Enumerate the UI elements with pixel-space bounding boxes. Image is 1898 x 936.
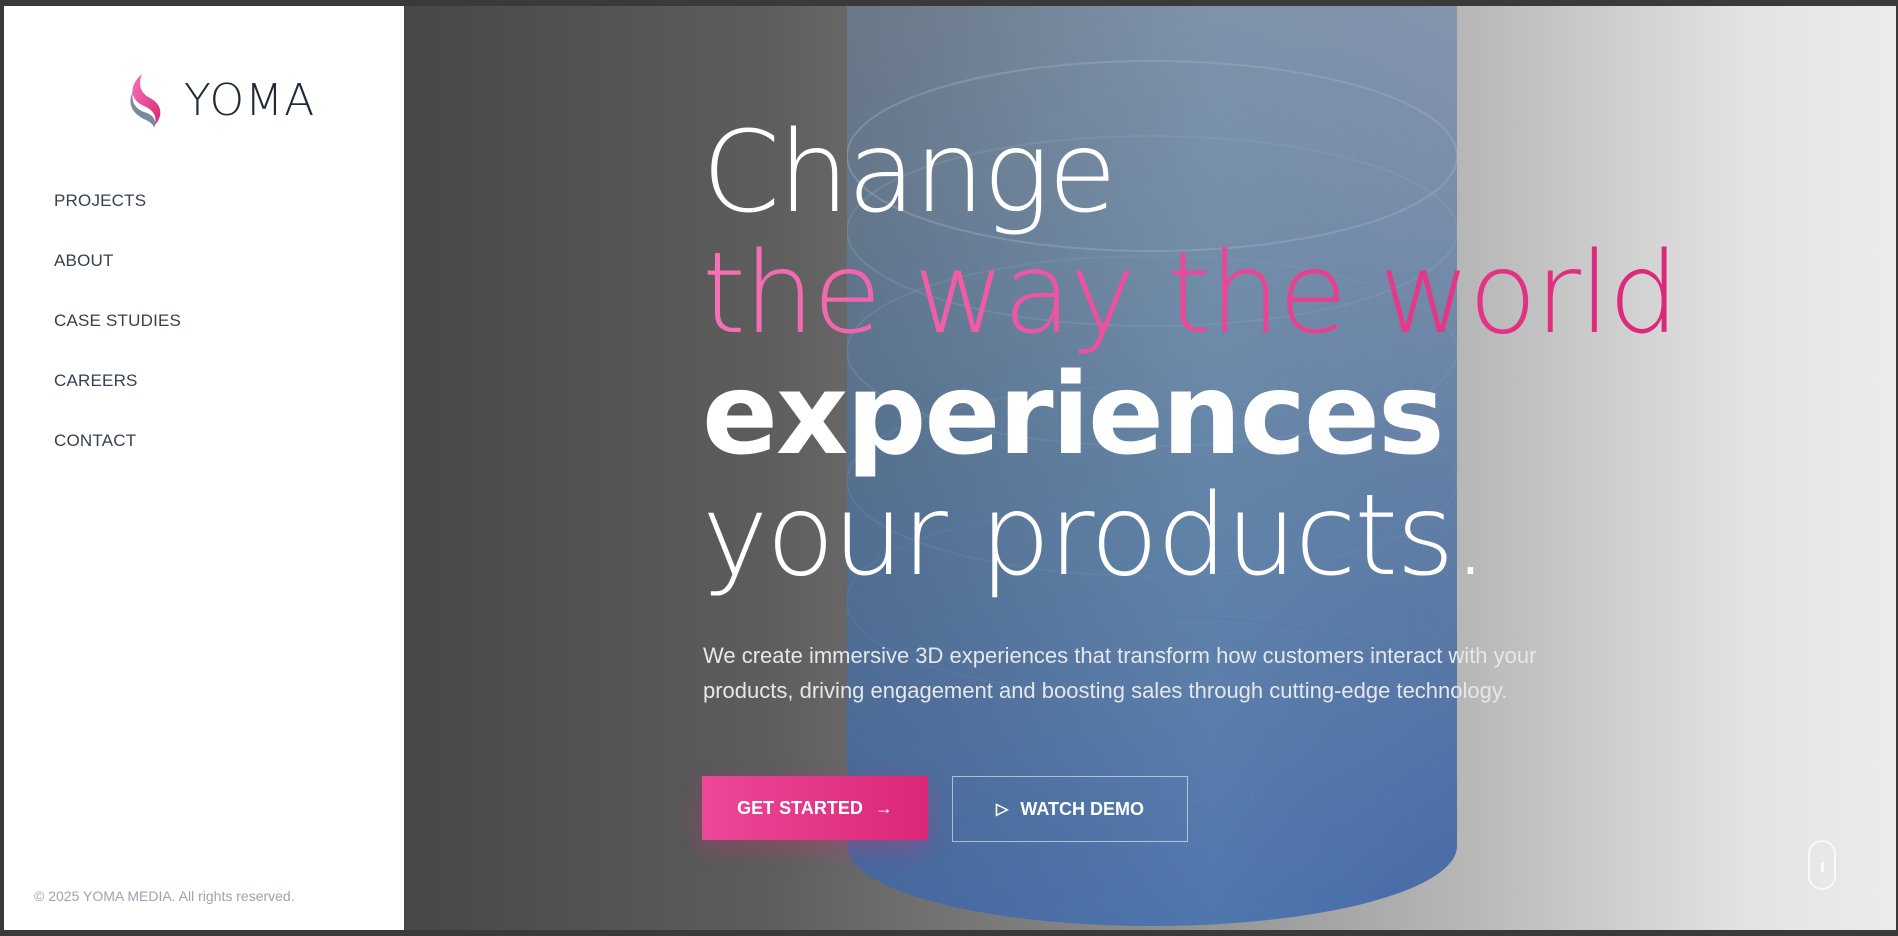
headline-line-1: Change xyxy=(702,108,1117,239)
get-started-label: GET STARTED xyxy=(737,797,863,818)
main-nav: PROJECTS ABOUT CASE STUDIES CAREERS CONT… xyxy=(54,191,181,491)
hero-section: Change the way the world experiences you… xyxy=(404,6,1896,930)
scroll-dot xyxy=(1821,862,1824,872)
headline-line-3: experiences xyxy=(702,350,1445,481)
hero-headline: Change the way the world experiences you… xyxy=(702,108,1679,602)
arrow-right-icon: → xyxy=(874,797,893,818)
headline-line-4: your products. xyxy=(702,471,1488,602)
brand-name: YOMA xyxy=(184,74,316,126)
footer-copyright: © 2025 YOMA MEDIA. All rights reserved. xyxy=(34,888,295,904)
nav-item-case-studies[interactable]: CASE STUDIES xyxy=(54,311,181,371)
play-icon: ▷ xyxy=(996,801,1009,818)
headline-line-2: the way the world xyxy=(702,229,1679,360)
nav-item-about[interactable]: ABOUT xyxy=(54,251,181,311)
app-frame: YOMA PROJECTS ABOUT CASE STUDIES CAREERS… xyxy=(4,6,1896,930)
sidebar: YOMA PROJECTS ABOUT CASE STUDIES CAREERS… xyxy=(4,6,404,930)
nav-item-projects[interactable]: PROJECTS xyxy=(54,191,181,251)
watch-demo-button[interactable]: ▷ WATCH DEMO xyxy=(952,776,1188,842)
get-started-button[interactable]: GET STARTED → xyxy=(702,776,928,840)
mouse-scroll-icon[interactable] xyxy=(1808,840,1836,890)
nav-item-contact[interactable]: CONTACT xyxy=(54,431,181,491)
watch-demo-label: WATCH DEMO xyxy=(1020,798,1144,819)
wave-logo-icon xyxy=(130,74,161,128)
nav-item-careers[interactable]: CAREERS xyxy=(54,371,181,431)
brand-logo[interactable]: YOMA xyxy=(124,72,315,128)
hero-description: We create immersive 3D experiences that … xyxy=(703,643,1537,703)
